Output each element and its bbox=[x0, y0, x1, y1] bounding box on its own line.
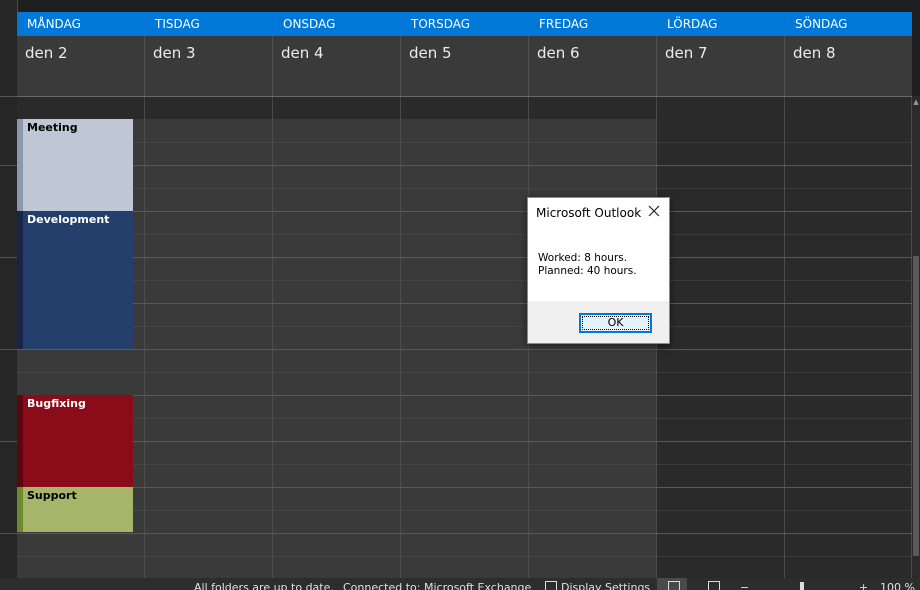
worked-hours-text: Worked: 8 hours. bbox=[538, 252, 628, 264]
connection-status: Connected to: Microsoft Exchange bbox=[343, 581, 532, 590]
dialog-message: Worked: 8 hours. Planned: 40 hours. bbox=[538, 252, 637, 278]
event-color-bar bbox=[17, 487, 23, 532]
hour-line bbox=[17, 349, 912, 350]
ok-button[interactable]: OK bbox=[579, 313, 652, 333]
status-bar: All folders are up to date. Connected to… bbox=[0, 578, 920, 590]
half-hour-line bbox=[17, 464, 912, 465]
scrollbar-thumb[interactable] bbox=[913, 256, 919, 556]
date-cell-saturday[interactable]: den 7 bbox=[657, 36, 785, 96]
dialog-footer: OK bbox=[528, 301, 669, 343]
all-day-cell[interactable] bbox=[145, 97, 273, 119]
dialog-title: Microsoft Outlook bbox=[536, 206, 642, 220]
half-hour-line bbox=[17, 280, 912, 281]
half-hour-line bbox=[17, 556, 912, 557]
zoom-in-button[interactable]: + bbox=[859, 582, 868, 590]
day-name-thursday[interactable]: TORSDAG bbox=[401, 12, 529, 36]
half-hour-line bbox=[17, 418, 912, 419]
date-cell-tuesday[interactable]: den 3 bbox=[145, 36, 273, 96]
gutter-tick bbox=[0, 257, 17, 258]
event-bugfixing[interactable]: Bugfixing bbox=[17, 395, 133, 487]
focus-ring bbox=[582, 316, 649, 330]
gutter-tick bbox=[0, 165, 17, 166]
day-name-tuesday[interactable]: TISDAG bbox=[145, 12, 273, 36]
hour-line bbox=[17, 441, 912, 442]
half-hour-line bbox=[17, 142, 912, 143]
event-title: Bugfixing bbox=[27, 397, 86, 410]
date-cell-sunday[interactable]: den 8 bbox=[785, 36, 912, 96]
all-day-cell[interactable] bbox=[401, 97, 529, 119]
time-gutter bbox=[0, 0, 18, 578]
all-day-cell[interactable] bbox=[17, 97, 145, 119]
all-day-cell[interactable] bbox=[785, 97, 912, 119]
scroll-up-icon[interactable]: ▲ bbox=[912, 98, 920, 106]
zoom-slider[interactable] bbox=[800, 582, 804, 590]
event-title: Support bbox=[27, 489, 77, 502]
day-name-sunday[interactable]: SÖNDAG bbox=[785, 12, 912, 36]
event-support[interactable]: Support bbox=[17, 487, 133, 532]
hour-line bbox=[17, 165, 912, 166]
date-cell-wednesday[interactable]: den 4 bbox=[273, 36, 401, 96]
hour-line bbox=[17, 211, 912, 212]
day-name-header: MÅNDAG TISDAG ONSDAG TORSDAG FREDAG LÖRD… bbox=[17, 12, 912, 36]
zoom-level[interactable]: 100 % bbox=[880, 582, 915, 590]
hour-line bbox=[17, 395, 912, 396]
sync-status: All folders are up to date. bbox=[194, 581, 334, 590]
event-title: Meeting bbox=[27, 121, 78, 134]
reading-view-button[interactable] bbox=[699, 578, 729, 590]
all-day-cell[interactable] bbox=[529, 97, 657, 119]
close-icon[interactable] bbox=[646, 203, 662, 219]
date-cell-thursday[interactable]: den 5 bbox=[401, 36, 529, 96]
all-day-cell[interactable] bbox=[657, 97, 785, 119]
calendar-time-grid: Meeting Development Bugfixing Support bbox=[17, 119, 912, 578]
gutter-tick bbox=[0, 441, 17, 442]
zoom-out-button[interactable]: − bbox=[740, 582, 749, 590]
display-settings-icon[interactable] bbox=[545, 581, 557, 590]
half-hour-line bbox=[17, 372, 912, 373]
normal-view-button[interactable] bbox=[657, 578, 687, 590]
event-title: Development bbox=[27, 213, 110, 226]
planned-hours-text: Planned: 40 hours. bbox=[538, 265, 637, 277]
half-hour-line bbox=[17, 188, 912, 189]
day-name-monday[interactable]: MÅNDAG bbox=[17, 12, 145, 36]
all-day-row bbox=[17, 97, 912, 119]
half-hour-line bbox=[17, 326, 912, 327]
event-meeting[interactable]: Meeting bbox=[17, 119, 133, 211]
hour-line bbox=[17, 487, 912, 488]
event-color-bar bbox=[17, 211, 23, 349]
date-cell-friday[interactable]: den 6 bbox=[529, 36, 657, 96]
hour-line bbox=[17, 303, 912, 304]
calendar-view-icon bbox=[668, 581, 680, 590]
all-day-cell[interactable] bbox=[273, 97, 401, 119]
event-color-bar bbox=[17, 119, 23, 211]
gutter-tick bbox=[0, 349, 17, 350]
day-name-wednesday[interactable]: ONSDAG bbox=[273, 12, 401, 36]
half-hour-line bbox=[17, 510, 912, 511]
gutter-tick bbox=[0, 533, 17, 534]
date-cell-monday[interactable]: den 2 bbox=[17, 36, 145, 96]
vertical-scrollbar[interactable]: ▲ bbox=[912, 96, 920, 578]
reading-view-icon bbox=[708, 581, 720, 590]
date-header-row: den 2 den 3 den 4 den 5 den 6 den 7 den … bbox=[17, 36, 912, 97]
event-development[interactable]: Development bbox=[17, 211, 133, 349]
hour-line bbox=[17, 257, 912, 258]
event-color-bar bbox=[17, 395, 23, 487]
message-dialog: Microsoft Outlook Worked: 8 hours. Plann… bbox=[527, 197, 670, 344]
display-settings-button[interactable]: Display Settings bbox=[561, 582, 650, 590]
day-name-saturday[interactable]: LÖRDAG bbox=[657, 12, 785, 36]
half-hour-line bbox=[17, 234, 912, 235]
gutter-tick bbox=[0, 96, 17, 97]
hour-line bbox=[17, 533, 912, 534]
day-name-friday[interactable]: FREDAG bbox=[529, 12, 657, 36]
